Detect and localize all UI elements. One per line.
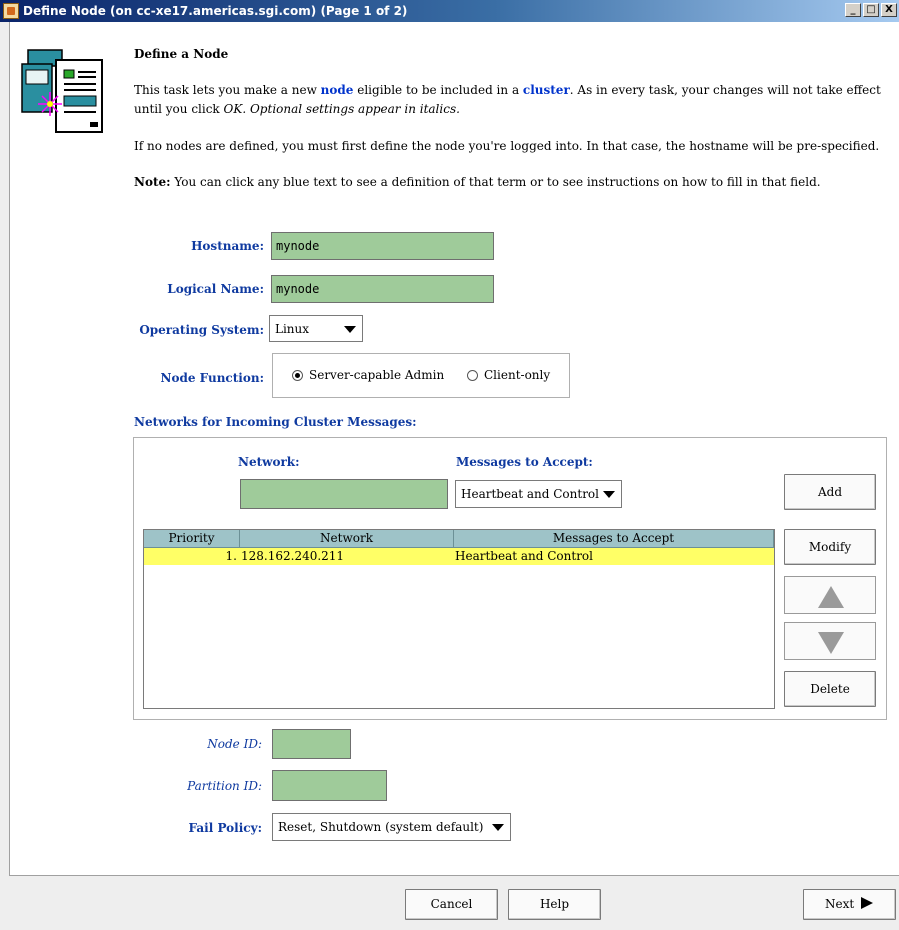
intro-text: This task lets you make a new — [134, 83, 321, 97]
cell-network: 128.162.240.211 — [241, 549, 345, 563]
modify-button[interactable]: Modify — [784, 529, 876, 565]
minimize-button[interactable]: _ — [845, 3, 861, 17]
partition-id-input[interactable] — [272, 770, 387, 801]
fail-policy-label[interactable]: Fail Policy: — [130, 821, 262, 835]
java-icon — [3, 3, 19, 19]
accept-value: Heartbeat and Control — [461, 487, 599, 501]
delete-button[interactable]: Delete — [784, 671, 876, 707]
logical-name-label[interactable]: Logical Name: — [140, 282, 264, 296]
next-arrow-icon — [861, 897, 874, 909]
radio-server-admin-label: Server-capable Admin — [309, 368, 445, 382]
intro-text: . As in every task, your changes will no… — [569, 83, 881, 97]
node-term-link[interactable]: node — [321, 83, 354, 97]
radio-client-only-label: Client-only — [484, 368, 551, 382]
os-value: Linux — [275, 322, 310, 336]
accept-label[interactable]: Messages to Accept: — [456, 455, 593, 469]
col-network-header[interactable]: Network — [240, 530, 454, 548]
node-function-label[interactable]: Node Function: — [140, 371, 265, 385]
cell-priority: 1. — [225, 549, 237, 563]
node-id-label[interactable]: Node ID: — [130, 737, 262, 751]
node-id-input[interactable] — [272, 729, 351, 759]
help-button[interactable]: Help — [508, 889, 601, 920]
note-text: You can click any blue text to see a def… — [170, 175, 821, 189]
network-label[interactable]: Network: — [238, 455, 300, 469]
fail-policy-select[interactable]: Reset, Shutdown (system default) — [272, 813, 511, 841]
window-controls: _ □ X — [845, 3, 897, 17]
footer-divider — [9, 875, 899, 876]
intro-text: until you click — [134, 102, 224, 116]
task-heading: Define a Node — [134, 47, 229, 61]
arrow-up-icon — [818, 586, 844, 608]
add-button[interactable]: Add — [784, 474, 876, 510]
chevron-down-icon — [603, 491, 615, 498]
cancel-button[interactable]: Cancel — [405, 889, 498, 920]
chevron-down-icon — [344, 326, 356, 333]
content-panel: Define a Node This task lets you make a … — [9, 22, 899, 876]
note-label: Note: — [134, 175, 171, 189]
col-accept-header[interactable]: Messages to Accept — [454, 530, 774, 548]
network-input[interactable] — [240, 479, 448, 509]
next-button[interactable]: Next — [803, 889, 896, 920]
cluster-term-link[interactable]: cluster — [523, 83, 570, 97]
arrow-down-icon — [818, 632, 844, 654]
accept-select[interactable]: Heartbeat and Control — [455, 480, 622, 508]
move-down-button[interactable] — [784, 622, 876, 660]
hostname-label[interactable]: Hostname: — [140, 239, 264, 253]
os-select[interactable]: Linux — [269, 315, 363, 342]
radio-server-admin[interactable]: Server-capable Admin — [292, 368, 444, 382]
networks-section-label[interactable]: Networks for Incoming Cluster Messages: — [134, 415, 417, 429]
intro-text: eligible to be included in a — [353, 83, 523, 97]
networks-table[interactable]: Priority Network Messages to Accept 1. 1… — [143, 529, 775, 709]
ok-emphasis: OK. — [223, 102, 247, 116]
radio-unselected-icon — [467, 369, 478, 381]
title-bar[interactable]: Define Node (on cc-xe17.americas.sgi.com… — [0, 0, 899, 22]
radio-client-only[interactable]: Client-only — [467, 368, 550, 382]
fail-policy-value: Reset, Shutdown (system default) — [278, 820, 484, 834]
window-title: Define Node (on cc-xe17.americas.sgi.com… — [23, 4, 408, 18]
os-label[interactable]: Operating System: — [130, 323, 264, 337]
intro-paragraph: This task lets you make a new node eligi… — [134, 81, 894, 119]
maximize-button[interactable]: □ — [863, 3, 879, 17]
col-priority-header[interactable]: Priority — [144, 530, 240, 548]
next-label: Next — [824, 897, 855, 911]
optional-note: Optional settings appear in italics. — [246, 102, 460, 116]
task-node-icon — [21, 49, 103, 133]
logical-name-input[interactable]: mynode — [271, 275, 494, 303]
cell-accept: Heartbeat and Control — [455, 549, 593, 563]
table-row[interactable]: 1. 128.162.240.211 Heartbeat and Control — [144, 548, 774, 565]
hostname-input[interactable]: mynode — [271, 232, 494, 260]
chevron-down-icon — [492, 824, 504, 831]
partition-id-label[interactable]: Partition ID: — [130, 779, 262, 793]
blue-text-note: Note: You can click any blue text to see… — [134, 173, 894, 192]
radio-selected-icon — [292, 369, 303, 381]
hostname-hint: If no nodes are defined, you must first … — [134, 139, 880, 153]
close-button[interactable]: X — [881, 3, 897, 17]
move-up-button[interactable] — [784, 576, 876, 614]
